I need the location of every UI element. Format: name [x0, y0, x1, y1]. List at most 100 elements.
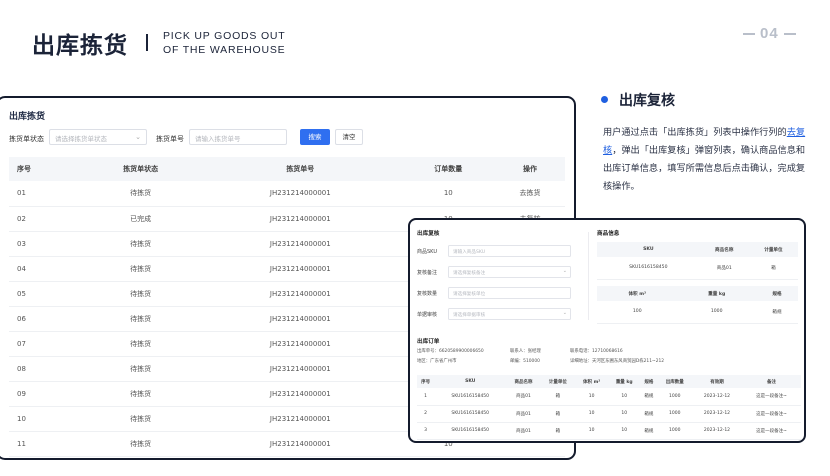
status-badge: 待拣货: [82, 431, 199, 457]
flow-label: 单据审核: [417, 312, 438, 318]
count-input[interactable]: 请选择复核单位: [448, 287, 571, 299]
order-cell: 10: [575, 388, 609, 406]
page-title: 出库拣货: [32, 33, 128, 59]
order-cell: SKU1616158450: [434, 405, 507, 423]
pick-no: JH231214000001: [199, 356, 402, 382]
order-header: 商品名称: [506, 375, 541, 388]
column-divider: [588, 232, 589, 320]
row-index: 10: [9, 406, 83, 432]
goods-cell: 箱规: [755, 301, 798, 324]
order-table: 序号 SKU 商品名称 计量单位 体积 m³ 重量 kg 规格 出库数量 有效期 备注 1 SKU16…: [417, 375, 801, 440]
order-cell: 商品01: [506, 405, 541, 423]
status-badge: 已完成: [82, 206, 199, 232]
order-qty: 10: [401, 181, 495, 207]
order-cell: 商品01: [506, 422, 541, 440]
pick-no: JH231214000001: [199, 181, 402, 207]
row-index: 04: [9, 256, 83, 282]
pick-no: JH231214000001: [199, 406, 402, 432]
reason-select[interactable]: 请选择复核备注 ⌄: [448, 266, 571, 278]
order-cell: 2023-12-12: [691, 405, 742, 423]
status-badge: 待拣货: [82, 181, 199, 207]
pick-no: JH231214000001: [199, 306, 402, 332]
order-cell: 10: [575, 422, 609, 440]
goods-header: 重量 kg: [677, 286, 756, 301]
review-dialog-panel: 出库复核 商品SKU 请输入商品SKU 复核备注 请选择复核备注 ⌄ 复核数量 请…: [408, 218, 806, 443]
order-header: 计量单位: [540, 375, 576, 388]
order-header: 规格: [640, 375, 658, 388]
order-info: 联系人：张经理: [510, 349, 541, 354]
status-badge: 待拣货: [82, 381, 199, 407]
goods-cell: 100: [597, 301, 678, 324]
goods-cell: 箱: [748, 257, 798, 280]
order-cell: 10: [608, 422, 641, 440]
status-badge: 待拣货: [82, 356, 199, 382]
order-header: 出库数量: [657, 375, 692, 388]
order-cell: 箱规: [640, 422, 658, 440]
column-header: 拣货单状态: [82, 157, 199, 181]
status-filter-label: 拣货单状态: [9, 135, 44, 143]
status-badge: 待拣货: [82, 231, 199, 257]
section-description: 用户通过点击「出库拣货」列表中操作行列的去复核，弹出「出库复核」弹窗列表，确认商…: [603, 127, 806, 192]
count-label: 复核数量: [417, 291, 438, 297]
search-button[interactable]: 搜索: [300, 129, 330, 145]
order-cell: 2: [417, 405, 435, 423]
flow-select[interactable]: 请选择单据审核 ⌄: [448, 308, 571, 320]
status-badge: 待拣货: [82, 331, 199, 357]
order-cell: 箱规: [640, 405, 658, 423]
column-header: 操作: [494, 157, 565, 181]
order-cell: 这是一段备注~: [742, 422, 801, 440]
sku-label: 商品SKU: [417, 249, 437, 255]
status-badge: 待拣货: [82, 256, 199, 282]
no-filter-label: 拣货单号: [156, 135, 184, 143]
goods-title: 商品信息: [597, 231, 620, 237]
column-header: 序号: [9, 157, 83, 181]
pick-no: JH231214000001: [199, 431, 402, 457]
order-cell: 2023-12-12: [691, 422, 742, 440]
order-cell: SKU1616158450: [434, 388, 507, 406]
row-action-link[interactable]: 去拣货: [494, 181, 565, 207]
chevron-down-icon: ⌄: [562, 268, 567, 274]
order-cell: 3: [417, 422, 435, 440]
no-filter-input[interactable]: 请输入拣货单号: [189, 129, 287, 145]
order-info: 详细地址：天河区东圃东风商贸园D栋211~212: [570, 359, 665, 364]
row-index: 02: [9, 206, 83, 232]
status-badge: 待拣货: [82, 406, 199, 432]
status-badge: 待拣货: [82, 281, 199, 307]
column-header: 拣货单号: [199, 157, 402, 181]
order-title: 出库订单: [417, 339, 440, 345]
pick-no: JH231214000001: [199, 281, 402, 307]
chevron-down-icon: ⌄: [562, 310, 567, 316]
goods-header: 商品名称: [699, 242, 749, 257]
order-cell: 箱: [540, 405, 576, 423]
goods-header: 计量单位: [748, 242, 798, 257]
table-row: 3 SKU1616158450 商品01 箱 10 10 箱规 1000 2023-12-12 这…: [417, 422, 801, 440]
status-badge: 待拣货: [82, 306, 199, 332]
sku-input[interactable]: 请输入商品SKU: [448, 245, 571, 257]
column-header: 订单数量: [401, 157, 495, 181]
order-cell: 10: [575, 405, 609, 423]
pick-no: JH231214000001: [199, 256, 402, 282]
section-title: 出库复核: [619, 93, 675, 109]
order-cell: 1000: [657, 388, 692, 406]
status-filter-select[interactable]: 请选择拣货单状态 ⌄: [49, 129, 147, 145]
order-header: 备注: [742, 375, 801, 388]
order-cell: 10: [608, 388, 641, 406]
order-cell: 1000: [657, 422, 692, 440]
order-info: 联系电话：12710068616: [570, 349, 623, 354]
order-info: 出库单号：6620589900006650: [417, 349, 484, 354]
goods-header: SKU: [597, 242, 700, 257]
goods-cell: SKU1616158450: [597, 257, 700, 280]
row-index: 07: [9, 331, 83, 357]
order-cell: 箱规: [640, 388, 658, 406]
order-header: 序号: [417, 375, 435, 388]
order-cell: 10: [608, 405, 641, 423]
clear-button[interactable]: 清空: [335, 129, 363, 145]
reason-label: 复核备注: [417, 270, 438, 276]
pick-no: JH231214000001: [199, 206, 402, 232]
subtitle-line-2: OF THE WAREHOUSE: [163, 44, 286, 56]
chevron-down-icon: ⌄: [135, 133, 141, 141]
order-header: 体积 m³: [575, 375, 609, 388]
order-cell: 这是一段备注~: [742, 388, 801, 406]
pick-no: JH231214000001: [199, 231, 402, 257]
pick-no: JH231214000001: [199, 331, 402, 357]
